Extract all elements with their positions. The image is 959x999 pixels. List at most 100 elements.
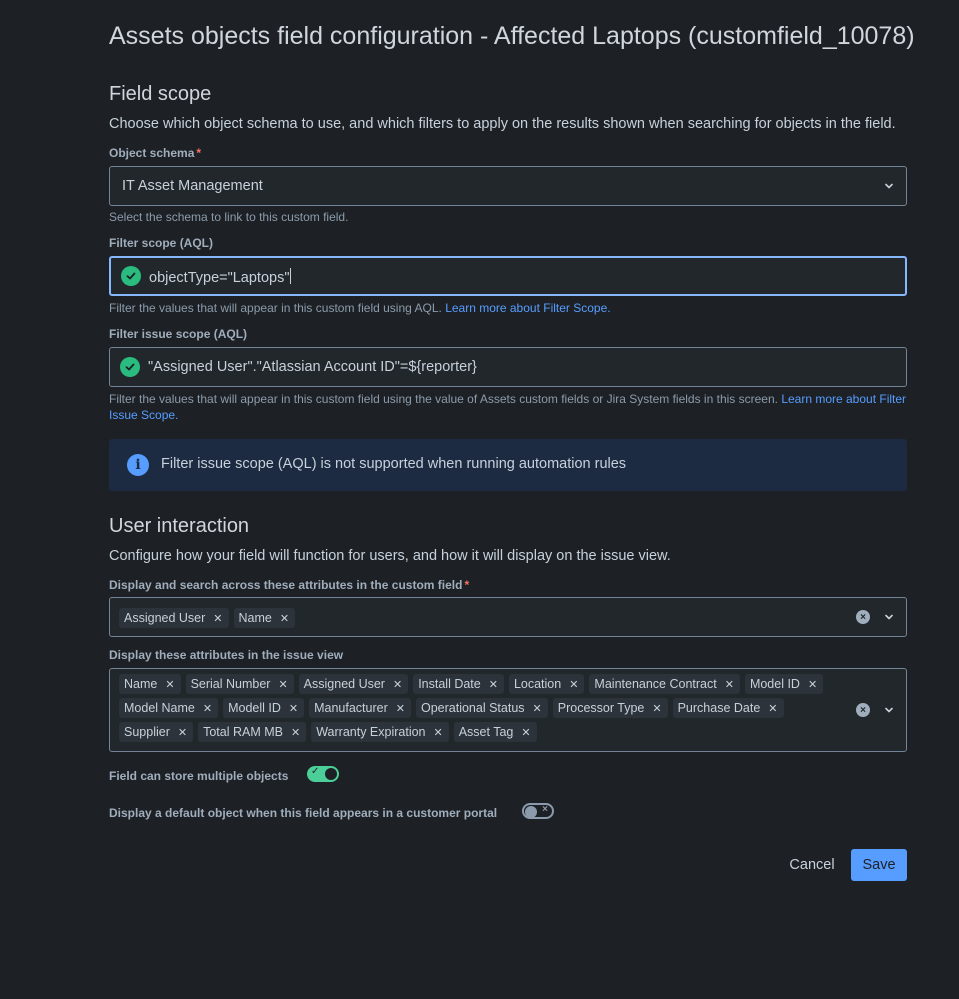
- chevron-down-icon[interactable]: [884, 181, 894, 191]
- attribute-tag: Total RAM MB ✕: [198, 722, 307, 742]
- default-object-label: Display a default object when this field…: [109, 806, 498, 820]
- attribute-tag-label: Warranty Expiration: [316, 725, 426, 739]
- attribute-tag: Install Date ✕: [413, 674, 504, 694]
- attribute-tag-label: Total RAM MB: [203, 725, 283, 739]
- filter-issue-scope-input[interactable]: "Assigned User"."Atlassian Account ID"=$…: [109, 347, 907, 387]
- remove-tag-icon[interactable]: ✕: [278, 678, 287, 691]
- object-schema-value: IT Asset Management: [122, 178, 263, 194]
- toggle-knob: [325, 768, 337, 780]
- attribute-tag: Processor Type ✕: [552, 698, 668, 718]
- attribute-tag-label: Model ID: [749, 677, 800, 691]
- attribute-tag-label: Modell ID: [228, 701, 281, 715]
- attribute-tag-label: Assigned User: [303, 677, 385, 691]
- info-banner: i Filter issue scope (AQL) is not suppor…: [109, 439, 907, 491]
- remove-tag-icon[interactable]: ✕: [203, 702, 212, 715]
- remove-tag-icon[interactable]: ✕: [652, 702, 661, 715]
- field-scope-description: Choose which object schema to use, and w…: [109, 116, 896, 132]
- remove-tag-icon[interactable]: ✕: [434, 726, 443, 739]
- remove-tag-icon[interactable]: ✕: [768, 702, 777, 715]
- remove-tag-icon[interactable]: ✕: [393, 678, 402, 691]
- search-attributes-label-text: Display and search across these attribut…: [109, 578, 463, 592]
- check-icon: ✓: [311, 766, 320, 777]
- attribute-tag-label: Purchase Date: [677, 701, 761, 715]
- remove-tag-icon[interactable]: ✕: [165, 678, 174, 691]
- cancel-button[interactable]: Cancel: [782, 849, 842, 881]
- section-heading-user-interaction: User interaction: [109, 515, 250, 537]
- attribute-tag-label: Location: [513, 677, 562, 691]
- info-banner-text: Filter issue scope (AQL) is not supporte…: [161, 456, 627, 472]
- required-marker: *: [464, 578, 470, 592]
- multiple-objects-label: Field can store multiple objects: [109, 769, 289, 783]
- attribute-tag-label: Operational Status: [420, 701, 525, 715]
- object-schema-help: Select the schema to link to this custom…: [109, 210, 349, 224]
- filter-issue-scope-label: Filter issue scope (AQL): [109, 327, 248, 341]
- section-heading-field-scope: Field scope: [109, 83, 212, 105]
- attribute-tag: Assigned User ✕: [298, 674, 409, 694]
- attribute-tag: Supplier ✕: [119, 722, 194, 742]
- attribute-tag-label: Supplier: [124, 725, 170, 739]
- attribute-tag: Purchase Date ✕: [672, 698, 784, 718]
- info-icon: i: [127, 454, 149, 476]
- remove-tag-icon[interactable]: ✕: [213, 612, 222, 625]
- filter-scope-help: Filter the values that will appear in th…: [109, 300, 611, 316]
- filter-issue-scope-help-text: Filter the values that will appear in th…: [109, 392, 778, 406]
- object-schema-select[interactable]: IT Asset Management: [109, 166, 907, 206]
- attribute-tag: Model Name ✕: [119, 698, 219, 718]
- filter-scope-help-text: Filter the values that will appear in th…: [109, 301, 442, 315]
- save-button[interactable]: Save: [851, 849, 907, 881]
- attribute-tag: Asset Tag ✕: [453, 722, 537, 742]
- attribute-tag: Name ✕: [233, 608, 296, 628]
- search-attributes-label: Display and search across these attribut…: [109, 578, 469, 592]
- attribute-tag: Model ID ✕: [744, 674, 824, 694]
- remove-tag-icon[interactable]: ✕: [291, 726, 300, 739]
- attribute-tag: Manufacturer ✕: [309, 698, 411, 718]
- toggle-knob: [525, 806, 537, 818]
- multiple-objects-toggle[interactable]: ✓: [307, 766, 339, 782]
- remove-tag-icon[interactable]: ✕: [533, 702, 542, 715]
- object-schema-label: Object schema *: [109, 146, 201, 160]
- remove-tag-icon[interactable]: ✕: [178, 726, 187, 739]
- object-schema-label-text: Object schema: [109, 146, 195, 160]
- attribute-tag-label: Manufacturer: [314, 701, 388, 715]
- user-interaction-description: Configure how your field will function f…: [109, 548, 671, 564]
- remove-tag-icon[interactable]: ✕: [808, 678, 817, 691]
- attribute-tag-label: Name: [124, 677, 158, 691]
- attribute-tag: Name ✕: [119, 674, 181, 694]
- search-attributes-multiselect[interactable]: Assigned User ✕ Name ✕ ×: [109, 597, 907, 637]
- attribute-tag-label: Maintenance Contract: [594, 677, 717, 691]
- attribute-tag-label: Serial Number: [190, 677, 271, 691]
- clear-icon[interactable]: ×: [856, 610, 870, 624]
- filter-scope-value: objectType="Laptops": [149, 268, 291, 286]
- issue-view-attributes-multiselect[interactable]: Name ✕ Serial Number ✕ Assigned User ✕ Install…: [109, 668, 907, 752]
- clear-icon[interactable]: ×: [856, 703, 870, 717]
- search-attributes-tags: Assigned User ✕ Name ✕: [119, 608, 846, 628]
- filter-scope-input[interactable]: objectType="Laptops": [109, 256, 907, 296]
- filter-scope-value-text: objectType="Laptops": [149, 270, 290, 286]
- remove-tag-icon[interactable]: ✕: [280, 612, 289, 625]
- issue-view-attributes-tags: Name ✕ Serial Number ✕ Assigned User ✕ Install…: [119, 674, 846, 742]
- remove-tag-icon[interactable]: ✕: [725, 678, 734, 691]
- attribute-tag-label: Model Name: [124, 701, 195, 715]
- remove-tag-icon[interactable]: ✕: [289, 702, 298, 715]
- attribute-tag: Location ✕: [508, 674, 585, 694]
- attribute-tag: Serial Number ✕: [185, 674, 294, 694]
- remove-tag-icon[interactable]: ✕: [569, 678, 578, 691]
- remove-tag-icon[interactable]: ✕: [489, 678, 498, 691]
- remove-tag-icon[interactable]: ✕: [521, 726, 530, 739]
- attribute-tag-label: Install Date: [418, 677, 481, 691]
- filter-scope-learn-more-link[interactable]: Learn more about Filter Scope.: [445, 301, 610, 315]
- valid-check-icon: [120, 357, 140, 377]
- default-object-toggle[interactable]: ×: [522, 803, 554, 819]
- attribute-tag: Operational Status ✕: [415, 698, 548, 718]
- attribute-tag-label: Assigned User: [124, 611, 206, 625]
- attribute-tag: Warranty Expiration ✕: [311, 722, 449, 742]
- chevron-down-icon[interactable]: [884, 705, 894, 715]
- chevron-down-icon[interactable]: [884, 612, 894, 622]
- required-marker: *: [196, 146, 202, 160]
- attribute-tag-label: Name: [238, 611, 272, 625]
- page-title: Assets objects field configuration - Aff…: [109, 22, 915, 50]
- filter-issue-scope-value: "Assigned User"."Atlassian Account ID"=$…: [148, 359, 477, 375]
- attribute-tag-label: Asset Tag: [458, 725, 514, 739]
- attribute-tag: Maintenance Contract ✕: [589, 674, 740, 694]
- remove-tag-icon[interactable]: ✕: [396, 702, 405, 715]
